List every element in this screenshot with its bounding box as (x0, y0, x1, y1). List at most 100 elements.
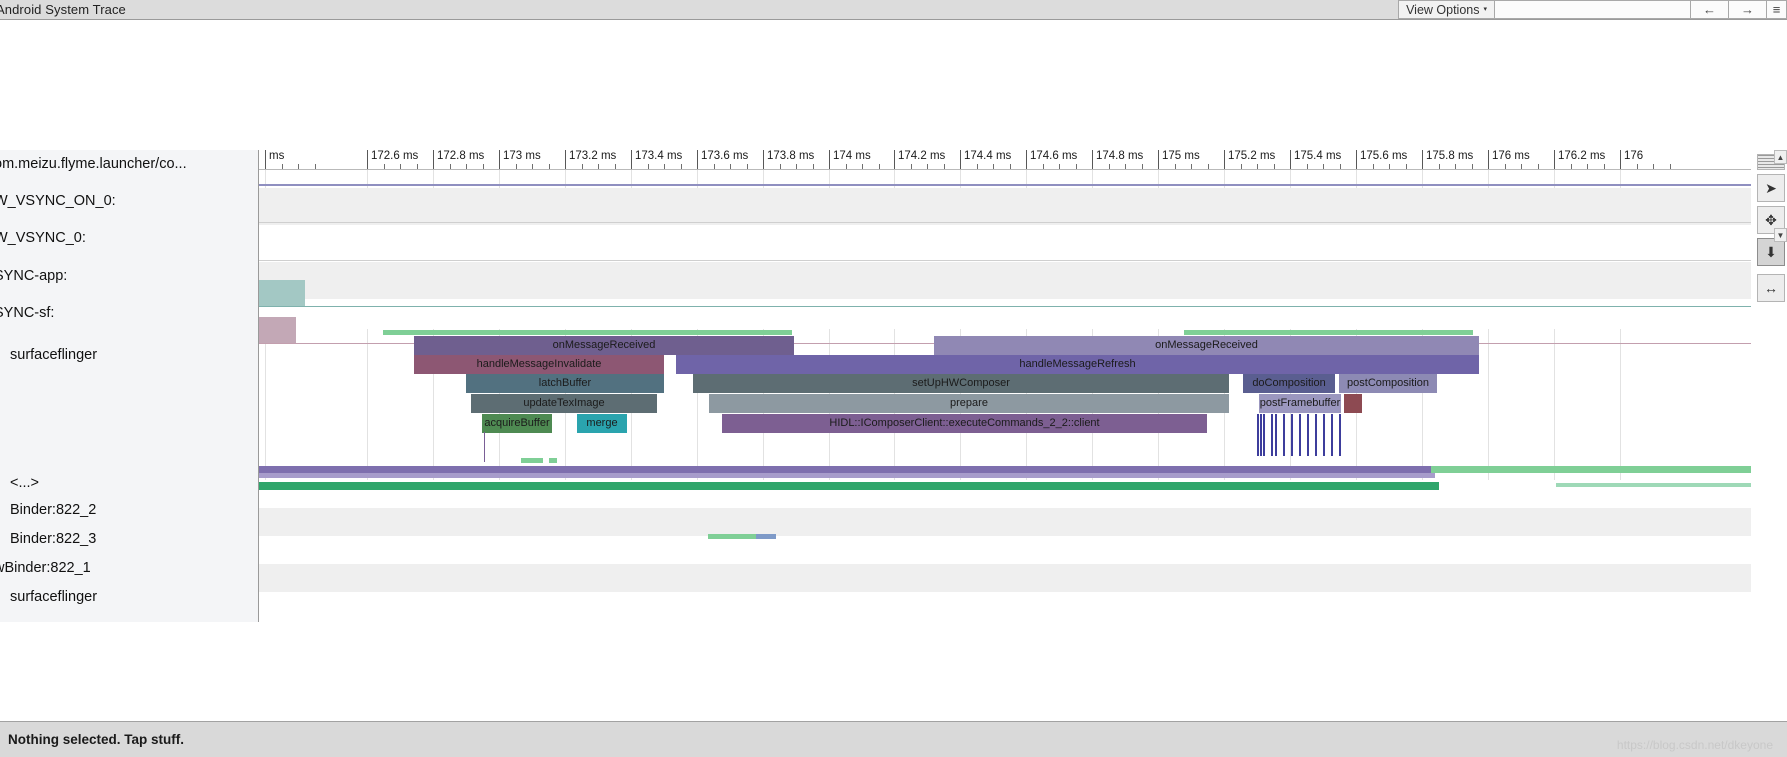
trace-slice[interactable]: updateTexImage (471, 394, 657, 413)
trace-slice[interactable]: onMessageReceived (934, 336, 1479, 355)
view-options-label: View Options (1406, 2, 1480, 17)
activity-spike[interactable] (1271, 414, 1273, 456)
activity-spike[interactable] (1257, 414, 1259, 456)
ruler-tick: 172.6 ms (367, 150, 418, 169)
track-list-sidebar[interactable]: om.meizu.flyme.launcher/co... W_VSYNC_ON_… (0, 150, 259, 622)
ruler-minor-tick (779, 164, 781, 169)
binder-slice[interactable] (756, 534, 776, 539)
ruler-minor-tick (532, 164, 533, 169)
ruler-minor-tick (1603, 164, 1605, 169)
activity-spike[interactable] (1323, 414, 1325, 456)
async-bar-green[interactable] (1184, 330, 1473, 335)
trace-slice-small[interactable] (1344, 394, 1362, 413)
trace-slice[interactable]: acquireBuffer (482, 414, 552, 433)
title-bar: Android System Trace View Options ▾ ← → … (0, 0, 1787, 20)
track-label[interactable]: W_VSYNC_0: (0, 230, 86, 246)
binder-slice[interactable] (708, 534, 756, 539)
track-label[interactable]: SYNC-sf: (0, 305, 54, 321)
process-bar-lavender[interactable] (259, 473, 1435, 478)
next-button[interactable]: → (1729, 0, 1767, 19)
activity-spike[interactable] (1331, 414, 1333, 456)
ruler-minor-tick (416, 164, 418, 169)
trace-slice[interactable]: doComposition (1243, 374, 1335, 393)
async-bar-green[interactable] (383, 330, 792, 335)
activity-spike[interactable] (1283, 414, 1285, 456)
ruler-tick: 173.8 ms (763, 150, 814, 169)
trace-slice[interactable]: HIDL::IComposerClient::executeCommands_2… (722, 414, 1207, 433)
trace-slice[interactable]: postFramebuffer (1259, 394, 1341, 413)
vsync-app-block[interactable] (259, 280, 305, 306)
trace-slice[interactable]: handleMessageRefresh (676, 355, 1479, 374)
ruler-minor-tick (1587, 164, 1588, 169)
more-button[interactable]: ≡ (1767, 0, 1787, 19)
ruler-minor-tick (400, 164, 401, 169)
ruler-minor-tick (1570, 164, 1572, 169)
ruler-tick: 175.4 ms (1290, 150, 1341, 169)
row-band (259, 262, 1787, 299)
track-label[interactable]: om.meizu.flyme.launcher/co... (0, 156, 187, 172)
ruler-minor-tick (976, 164, 978, 169)
ruler-minor-tick (1389, 164, 1390, 169)
view-options-button[interactable]: View Options ▾ (1398, 0, 1495, 19)
search-input[interactable] (1495, 0, 1691, 19)
ruler-minor-tick (812, 164, 814, 169)
row-band (259, 536, 1787, 564)
ruler-minor-tick (581, 164, 583, 169)
vsync-sf-block[interactable] (259, 317, 296, 343)
ruler-minor-tick (1471, 164, 1473, 169)
track-label[interactable]: surfaceflinger (10, 347, 97, 363)
trace-slice[interactable]: setUpHWComposer (693, 374, 1229, 393)
prev-button[interactable]: ← (1691, 0, 1729, 19)
ruler-minor-tick (598, 164, 599, 169)
activity-spike[interactable] (1291, 414, 1293, 456)
mini-slice[interactable] (521, 458, 543, 463)
ruler-minor-tick (878, 164, 880, 169)
activity-spike[interactable] (1299, 414, 1301, 456)
trace-slice[interactable]: onMessageReceived (414, 336, 794, 355)
ruler-minor-tick (943, 164, 945, 169)
trace-slice[interactable]: handleMessageInvalidate (414, 355, 664, 374)
ruler-tick: 173.4 ms (631, 150, 682, 169)
ruler-minor-tick (515, 164, 517, 169)
track-label[interactable]: surfaceflinger (10, 589, 97, 605)
track-label[interactable]: Binder:822_3 (10, 531, 96, 547)
ruler-minor-tick (1653, 164, 1654, 169)
scroll-up-button[interactable]: ▲ (1774, 150, 1787, 164)
trace-slice[interactable]: prepare (709, 394, 1229, 413)
app-title: Android System Trace (0, 2, 126, 17)
ruler-minor-tick (314, 164, 316, 169)
zoom-tool-button[interactable]: ⬇ (1757, 238, 1785, 266)
process-bar-teal[interactable] (259, 482, 1439, 490)
activity-spike[interactable] (1339, 414, 1341, 456)
activity-spike[interactable] (1315, 414, 1317, 456)
ruler-minor-tick (1504, 164, 1506, 169)
mini-slice[interactable] (549, 458, 557, 463)
activity-spike[interactable] (1307, 414, 1309, 456)
ruler-minor-tick (548, 164, 550, 169)
activity-spike[interactable] (1275, 414, 1277, 456)
ruler-tick: 174.2 ms (894, 150, 945, 169)
track-label[interactable]: Binder:822_2 (10, 502, 96, 518)
process-bar-purple[interactable] (259, 466, 1437, 473)
ruler-minor-tick (1636, 164, 1638, 169)
timeline-ruler[interactable]: ms 172.6 ms 172.8 ms 173 ms 173.2 ms 173.4 ms… (259, 150, 1787, 170)
trace-slice[interactable]: merge (577, 414, 627, 433)
ruler-minor-tick (614, 164, 616, 169)
ruler-minor-tick (482, 164, 484, 169)
track-label[interactable]: <...> (10, 475, 39, 491)
activity-spike[interactable] (1263, 414, 1265, 456)
scroll-down-button[interactable]: ▼ (1774, 228, 1787, 242)
ruler-minor-tick (1323, 164, 1324, 169)
resize-tool-button[interactable]: ↔ (1757, 274, 1785, 302)
activity-spike[interactable] (1260, 414, 1262, 456)
ruler-tick: 176.2 ms (1554, 150, 1605, 169)
track-label[interactable]: W_VSYNC_ON_0: (0, 193, 116, 209)
timeline-canvas[interactable]: onMessageReceived onMessageReceived handle… (259, 170, 1787, 622)
trace-slice[interactable]: postComposition (1339, 374, 1437, 393)
track-label[interactable]: wBinder:822_1 (0, 560, 91, 576)
select-tool-button[interactable]: ➤ (1757, 174, 1785, 202)
track-label[interactable]: SYNC-app: (0, 268, 67, 284)
ruler-minor-tick (281, 164, 283, 169)
trace-slice[interactable]: latchBuffer (466, 374, 664, 393)
process-bar-green[interactable] (1431, 466, 1787, 473)
